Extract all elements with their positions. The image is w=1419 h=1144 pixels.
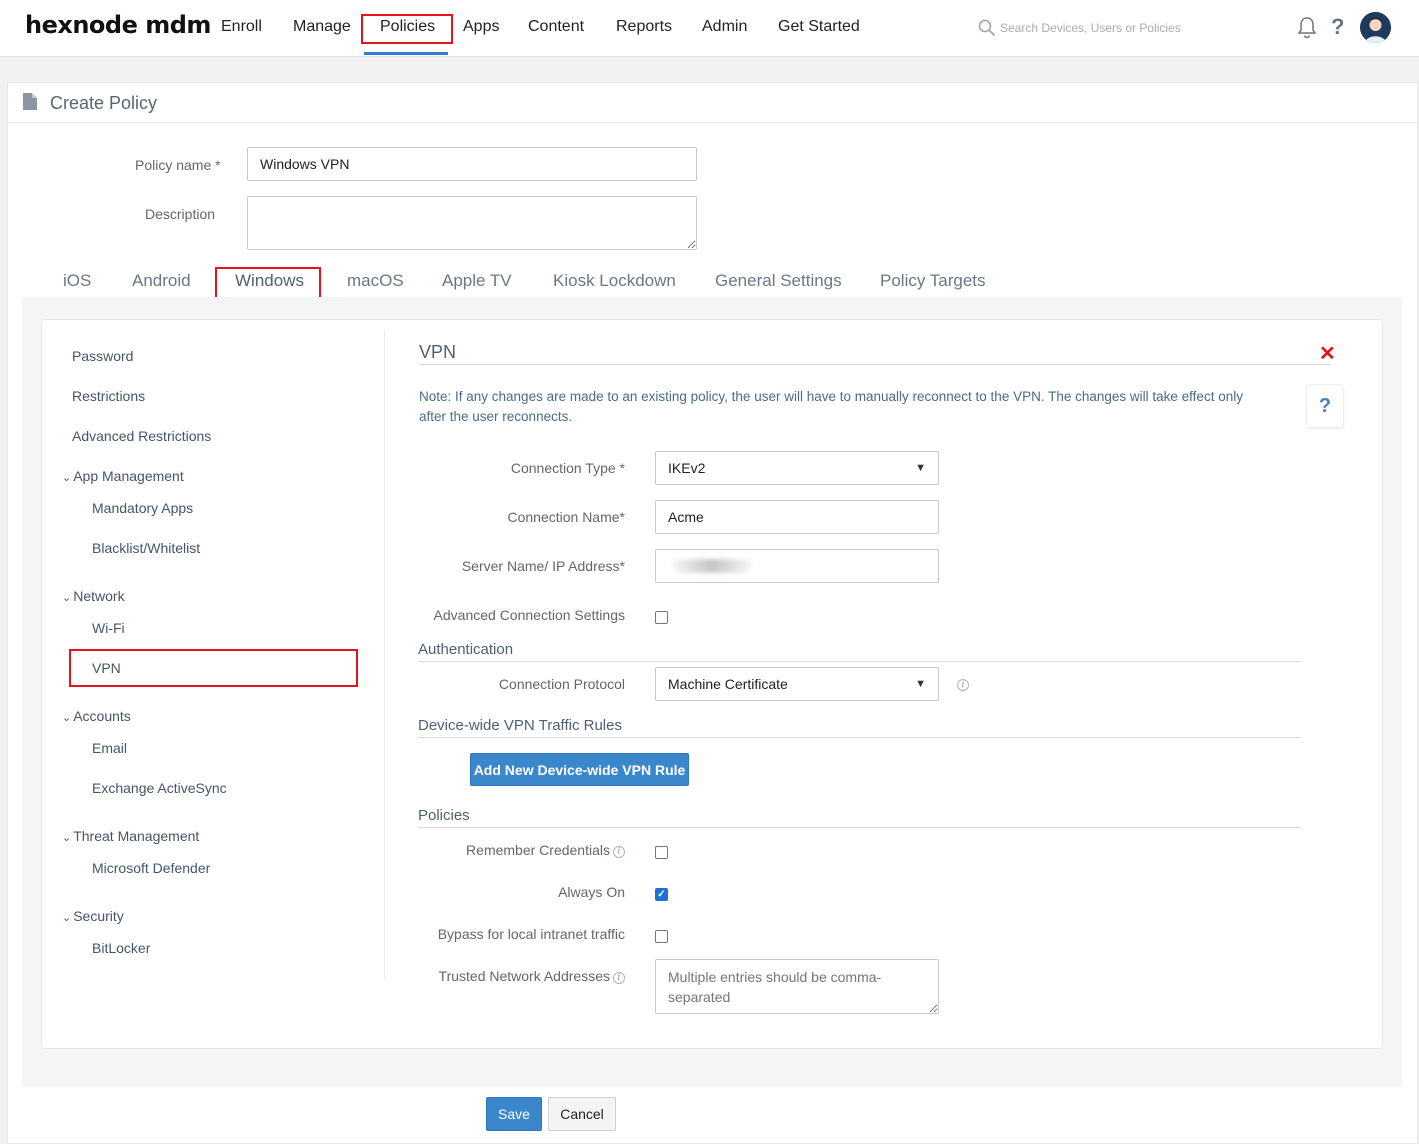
document-icon [23, 93, 37, 110]
chevron-down-icon: ⌄ [62, 832, 72, 844]
advanced-connection-label: Advanced Connection Settings [433, 607, 625, 623]
nav-apps[interactable]: Apps [463, 18, 499, 36]
info-icon[interactable]: i [613, 846, 625, 858]
connection-type-value: IKEv2 [668, 460, 706, 476]
nav-active-underline [364, 52, 448, 55]
policy-name-input[interactable] [247, 147, 697, 181]
policies-divider [418, 827, 1301, 828]
nav-manage[interactable]: Manage [293, 18, 351, 36]
connection-type-label: Connection Type * [510, 460, 625, 476]
chevron-down-icon: ⌄ [62, 472, 72, 484]
info-icon[interactable]: i [957, 679, 969, 691]
search-icon [978, 19, 995, 36]
traffic-rules-heading: Device-wide VPN Traffic Rules [418, 717, 622, 734]
nav-reports[interactable]: Reports [616, 18, 672, 36]
trusted-network-label: Trusted Network Addresses i [385, 968, 625, 984]
info-icon[interactable]: i [613, 972, 625, 984]
sidebar-group-accounts[interactable]: ⌄ Accounts [62, 708, 131, 724]
connection-protocol-label: Connection Protocol [498, 676, 625, 692]
sidebar-group-app-management[interactable]: ⌄ App Management [62, 468, 184, 484]
traffic-rules-divider [418, 737, 1301, 738]
chevron-down-icon: ⌄ [62, 912, 72, 924]
connection-name-label: Connection Name* [507, 509, 625, 525]
nav-admin[interactable]: Admin [702, 18, 747, 36]
authentication-heading: Authentication [418, 641, 514, 658]
page-header: Create Policy [8, 83, 1417, 123]
vpn-title-divider [419, 364, 1331, 365]
add-vpn-rule-button[interactable]: Add New Device-wide VPN Rule [470, 753, 689, 786]
tab-general-settings[interactable]: General Settings [715, 271, 842, 291]
chevron-down-icon: ⌄ [62, 712, 72, 724]
connection-protocol-value: Machine Certificate [668, 676, 788, 692]
policies-heading: Policies [418, 807, 470, 824]
tab-ios[interactable]: iOS [63, 271, 91, 291]
sidebar-item-bitlocker[interactable]: BitLocker [92, 940, 150, 956]
sidebar-group-threat-management[interactable]: ⌄ Threat Management [62, 828, 199, 844]
sidebar-item-email[interactable]: Email [92, 740, 127, 756]
hexnode-logo[interactable]: hexnode mdm [25, 11, 211, 39]
chevron-down-icon: ⌄ [62, 592, 72, 604]
cancel-button[interactable]: Cancel [548, 1097, 616, 1131]
remember-credentials-label: Remember Credentials i [385, 842, 625, 858]
connection-name-input[interactable] [655, 500, 939, 534]
sidebar-group-security[interactable]: ⌄ Security [62, 908, 124, 924]
user-avatar-icon [1360, 12, 1391, 43]
server-address-redacted [672, 559, 752, 573]
close-icon[interactable]: ✕ [1319, 341, 1336, 366]
tab-macos[interactable]: macOS [347, 271, 404, 291]
save-button[interactable]: Save [486, 1097, 542, 1131]
avatar[interactable] [1360, 12, 1391, 43]
sidebar-item-advanced-restrictions[interactable]: Advanced Restrictions [72, 428, 211, 444]
always-on-label: Always On [558, 884, 625, 900]
sidebar-divider [384, 330, 385, 980]
connection-type-select[interactable]: IKEv2 ▼ [655, 451, 939, 485]
policy-settings-panel: Password Restrictions Advanced Restricti… [41, 319, 1383, 1049]
sidebar-item-restrictions[interactable]: Restrictions [72, 388, 145, 404]
tab-windows-highlight [215, 267, 321, 299]
vpn-note: Note: If any changes are made to an exis… [419, 389, 1243, 424]
help-icon[interactable]: ? [1331, 14, 1344, 40]
create-policy-card: Create Policy Policy name * Description … [7, 82, 1418, 1144]
chevron-down-icon: ▼ [915, 462, 926, 474]
server-address-label: Server Name/ IP Address* [461, 558, 625, 574]
sidebar-item-vpn[interactable]: VPN [92, 660, 121, 676]
page-title: Create Policy [50, 93, 158, 113]
nav-policies-highlight [361, 14, 453, 44]
advanced-connection-checkbox[interactable] [655, 611, 668, 624]
bypass-intranet-label: Bypass for local intranet traffic [437, 926, 625, 942]
sidebar-item-mandatory-apps[interactable]: Mandatory Apps [92, 500, 193, 516]
tab-apple-tv[interactable]: Apple TV [442, 271, 512, 291]
top-navbar: hexnode mdm Enroll Manage Policies Apps … [0, 0, 1419, 57]
tab-kiosk-lockdown[interactable]: Kiosk Lockdown [553, 271, 676, 291]
sidebar-item-password[interactable]: Password [72, 348, 133, 364]
sidebar-item-exchange-activesync[interactable]: Exchange ActiveSync [92, 780, 227, 796]
tab-android[interactable]: Android [132, 271, 191, 291]
vpn-section-title: VPN [419, 342, 457, 362]
sidebar-group-network[interactable]: ⌄ Network [62, 588, 125, 604]
chevron-down-icon: ▼ [915, 678, 926, 690]
bell-icon[interactable] [1296, 16, 1318, 40]
description-textarea[interactable] [247, 196, 697, 250]
nav-content[interactable]: Content [528, 18, 584, 36]
help-button[interactable]: ? [1306, 384, 1344, 428]
remember-credentials-checkbox[interactable] [655, 846, 668, 859]
connection-protocol-select[interactable]: Machine Certificate ▼ [655, 667, 939, 701]
authentication-divider [418, 661, 1301, 662]
sidebar-item-blacklist-whitelist[interactable]: Blacklist/Whitelist [92, 540, 200, 556]
description-label: Description [145, 206, 216, 222]
nav-enroll[interactable]: Enroll [221, 18, 262, 36]
search-input[interactable] [1000, 16, 1270, 40]
policy-name-label: Policy name * [135, 157, 221, 173]
bypass-intranet-checkbox[interactable] [655, 930, 668, 943]
sidebar-item-wifi[interactable]: Wi-Fi [92, 620, 125, 636]
sidebar-item-microsoft-defender[interactable]: Microsoft Defender [92, 860, 210, 876]
trusted-network-textarea[interactable] [655, 959, 939, 1014]
nav-get-started[interactable]: Get Started [778, 18, 860, 36]
always-on-checkbox[interactable]: ✓ [655, 888, 668, 901]
tab-policy-targets[interactable]: Policy Targets [880, 271, 986, 291]
